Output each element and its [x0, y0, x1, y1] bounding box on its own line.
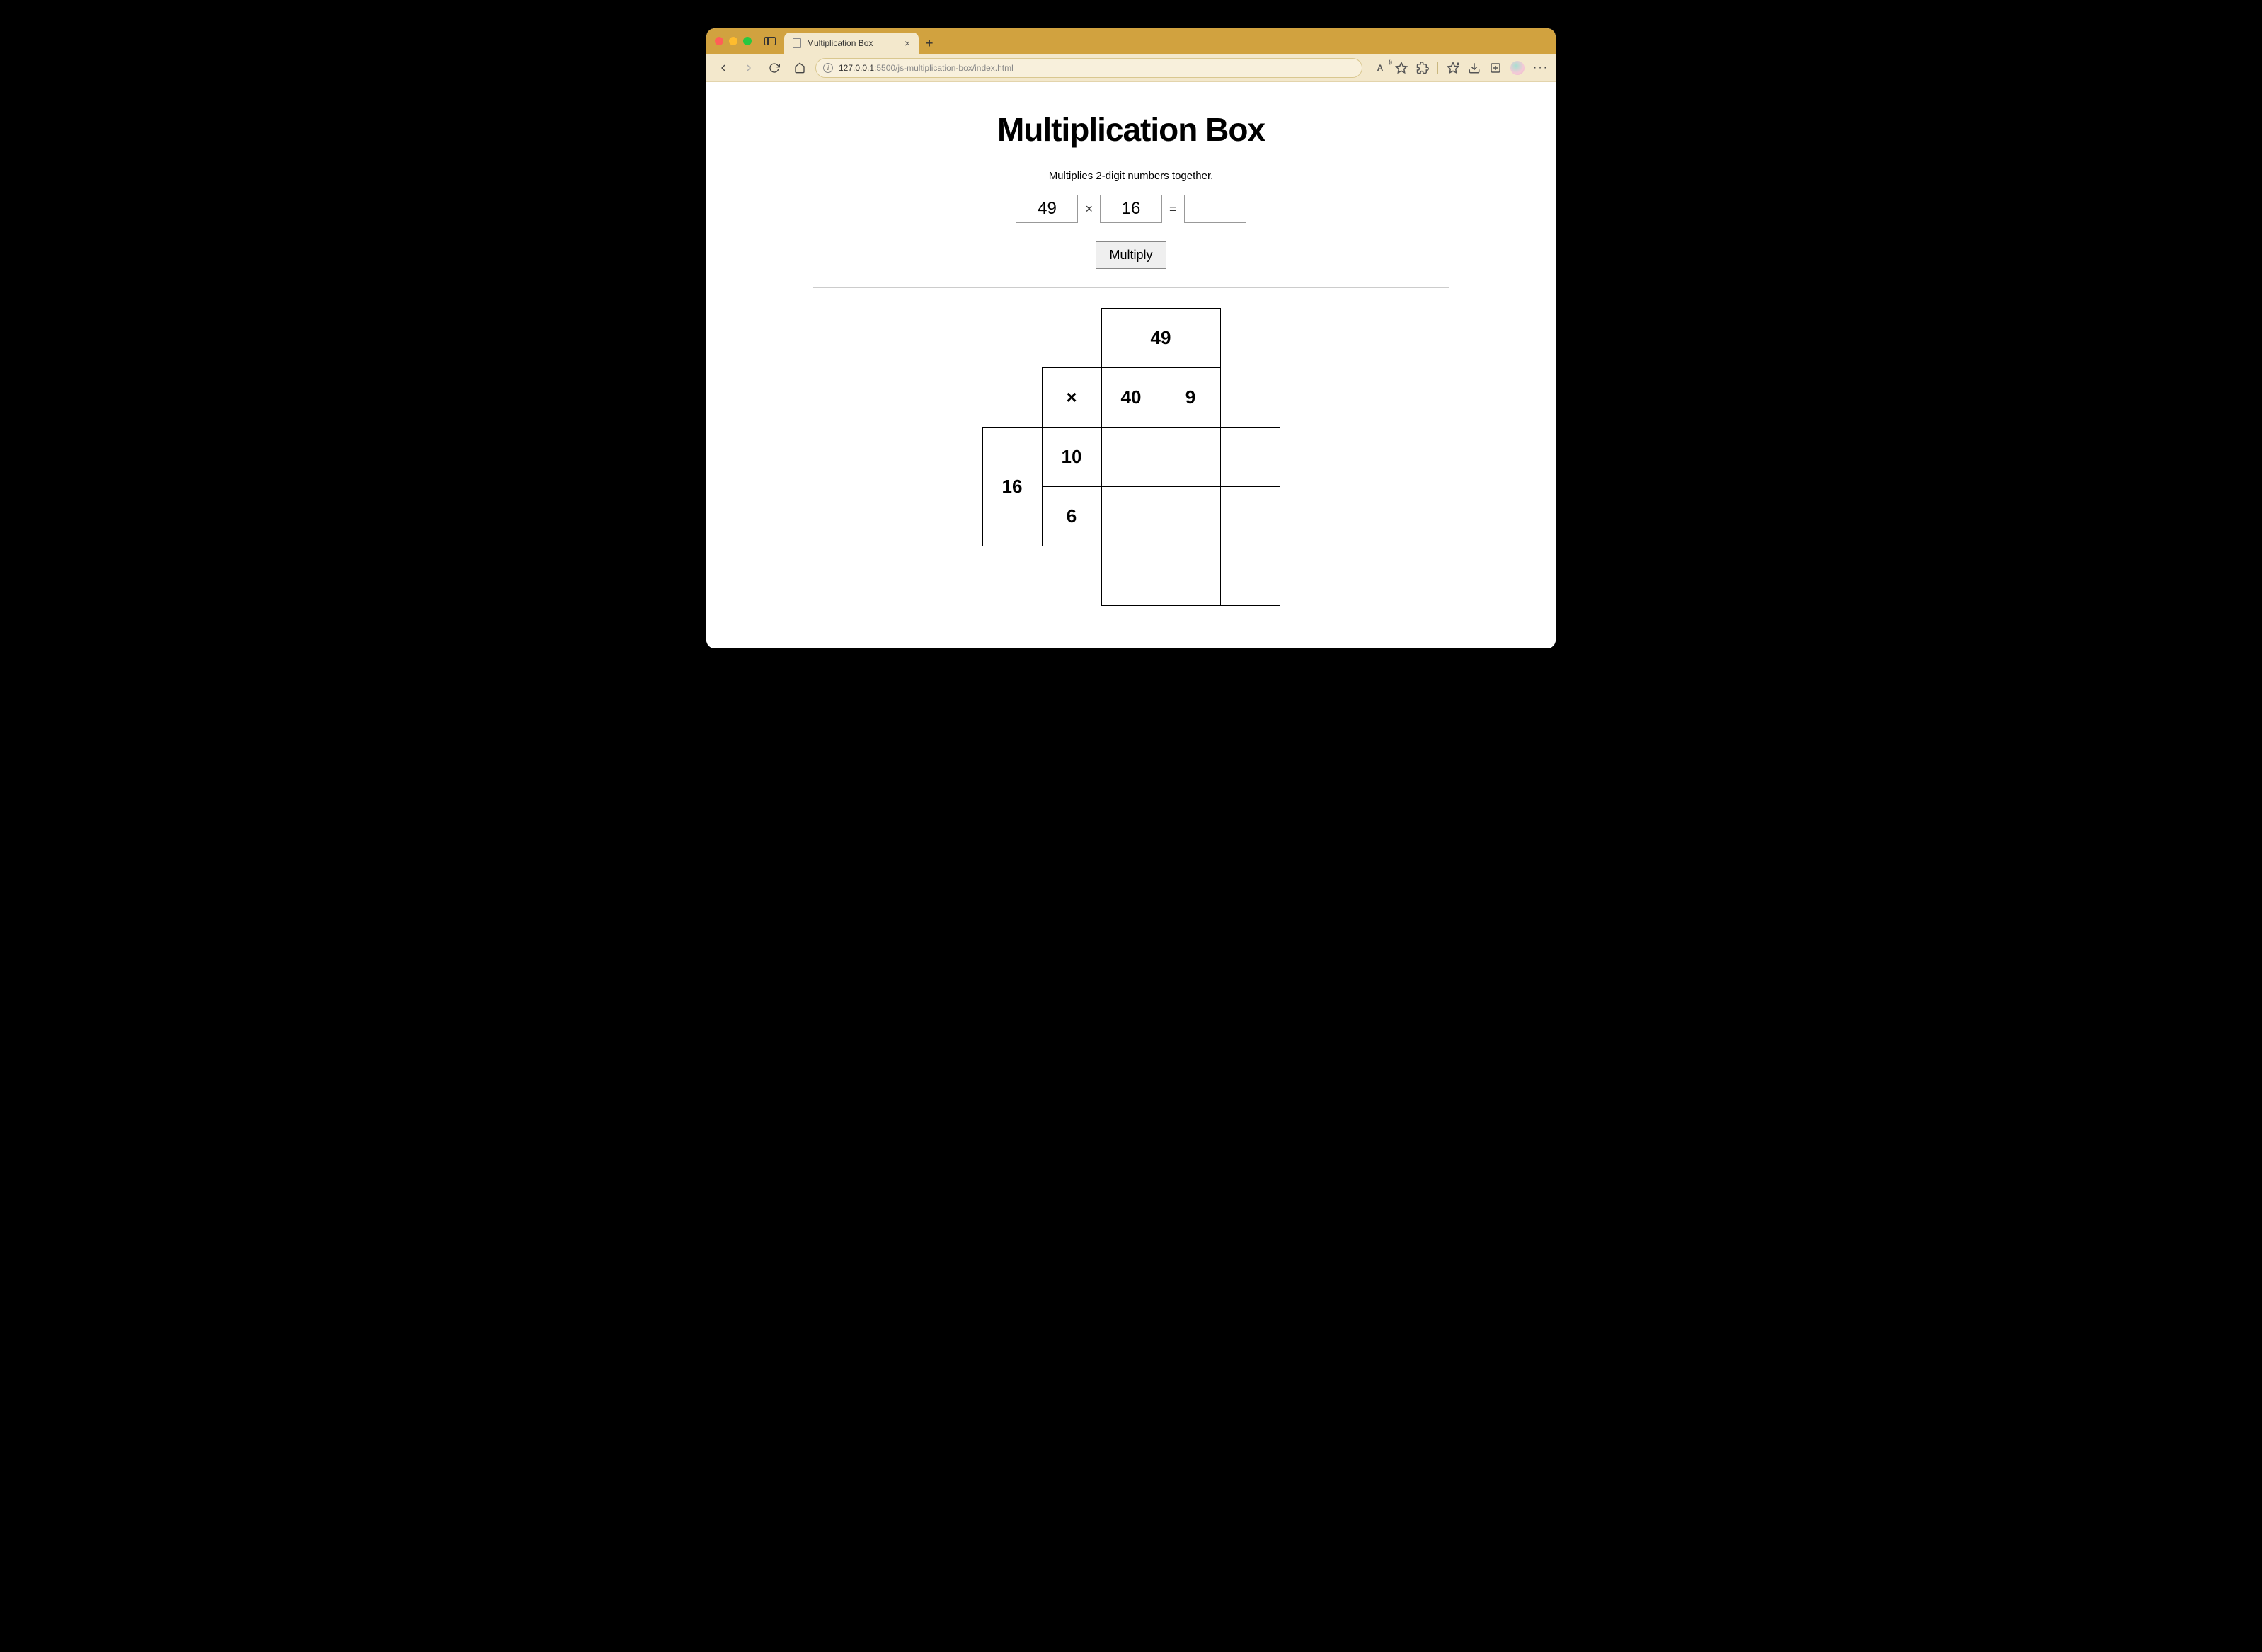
result-output [1184, 195, 1246, 223]
address-bar[interactable]: i 127.0.0.1:5500/js-multiplication-box/i… [815, 58, 1362, 78]
grid-cell-r2c2 [1161, 487, 1220, 546]
equals-symbol: = [1169, 202, 1177, 217]
refresh-button[interactable] [764, 58, 784, 78]
downloads-icon[interactable] [1468, 62, 1481, 74]
grid-colsum-2 [1161, 546, 1220, 606]
close-window-button[interactable] [715, 37, 723, 45]
favorites-bar-icon[interactable] [1447, 62, 1459, 74]
grid-cell-r1c1 [1101, 428, 1161, 487]
separator [1437, 62, 1438, 74]
grid-times-symbol: × [1042, 368, 1101, 428]
home-button[interactable] [790, 58, 810, 78]
divider [813, 287, 1449, 288]
grid-cell-r1c2 [1161, 428, 1220, 487]
grid-col-ones: 9 [1161, 368, 1220, 428]
grid-top-number: 49 [1101, 309, 1220, 368]
browser-tab[interactable]: Multiplication Box × [784, 33, 919, 54]
grid-total [1220, 546, 1280, 606]
grid-row-ones: 6 [1042, 487, 1101, 546]
grid-col-tens: 40 [1101, 368, 1161, 428]
input-row: × = [813, 195, 1449, 223]
grid-rowsum-2 [1220, 487, 1280, 546]
collections-icon[interactable] [1489, 62, 1502, 74]
multiplier-input[interactable] [1100, 195, 1162, 223]
favorite-icon[interactable] [1395, 62, 1408, 74]
grid-row-tens: 10 [1042, 428, 1101, 487]
tab-title: Multiplication Box [807, 38, 873, 48]
browser-window: Multiplication Box × + i 127.0.0.1:5500/… [706, 28, 1556, 648]
toolbar: i 127.0.0.1:5500/js-multiplication-box/i… [706, 54, 1556, 82]
tabstrip: Multiplication Box × + [784, 28, 934, 54]
multiplicand-input[interactable] [1016, 195, 1078, 223]
multiplication-grid-wrap: 49 × 40 9 16 10 [813, 308, 1449, 606]
multiply-button[interactable]: Multiply [1096, 241, 1166, 269]
maximize-window-button[interactable] [743, 37, 752, 45]
window-controls [715, 37, 752, 45]
grid-cell-r2c1 [1101, 487, 1161, 546]
times-symbol: × [1085, 202, 1093, 217]
read-aloud-icon[interactable]: A)) [1374, 62, 1387, 74]
page-icon [793, 38, 801, 48]
page-subtitle: Multiplies 2-digit numbers together. [813, 170, 1449, 182]
multiplication-grid: 49 × 40 9 16 10 [982, 308, 1280, 606]
grid-left-number: 16 [982, 428, 1042, 546]
page-heading: Multiplication Box [813, 110, 1449, 149]
more-menu-button[interactable]: ··· [1533, 62, 1549, 74]
site-info-icon[interactable]: i [823, 63, 833, 73]
extensions-icon[interactable] [1416, 62, 1429, 74]
back-button[interactable] [713, 58, 733, 78]
grid-colsum-1 [1101, 546, 1161, 606]
url-text: 127.0.0.1:5500/js-multiplication-box/ind… [839, 63, 1014, 73]
page-content: Multiplication Box Multiplies 2-digit nu… [706, 82, 1556, 648]
titlebar: Multiplication Box × + [706, 28, 1556, 54]
toolbar-right: A)) ··· [1374, 61, 1549, 75]
close-tab-button[interactable]: × [905, 38, 910, 49]
tab-overview-icon[interactable] [764, 37, 776, 45]
minimize-window-button[interactable] [729, 37, 737, 45]
forward-button[interactable] [739, 58, 759, 78]
new-tab-button[interactable]: + [926, 36, 934, 51]
profile-avatar[interactable] [1510, 61, 1525, 75]
grid-rowsum-1 [1220, 428, 1280, 487]
